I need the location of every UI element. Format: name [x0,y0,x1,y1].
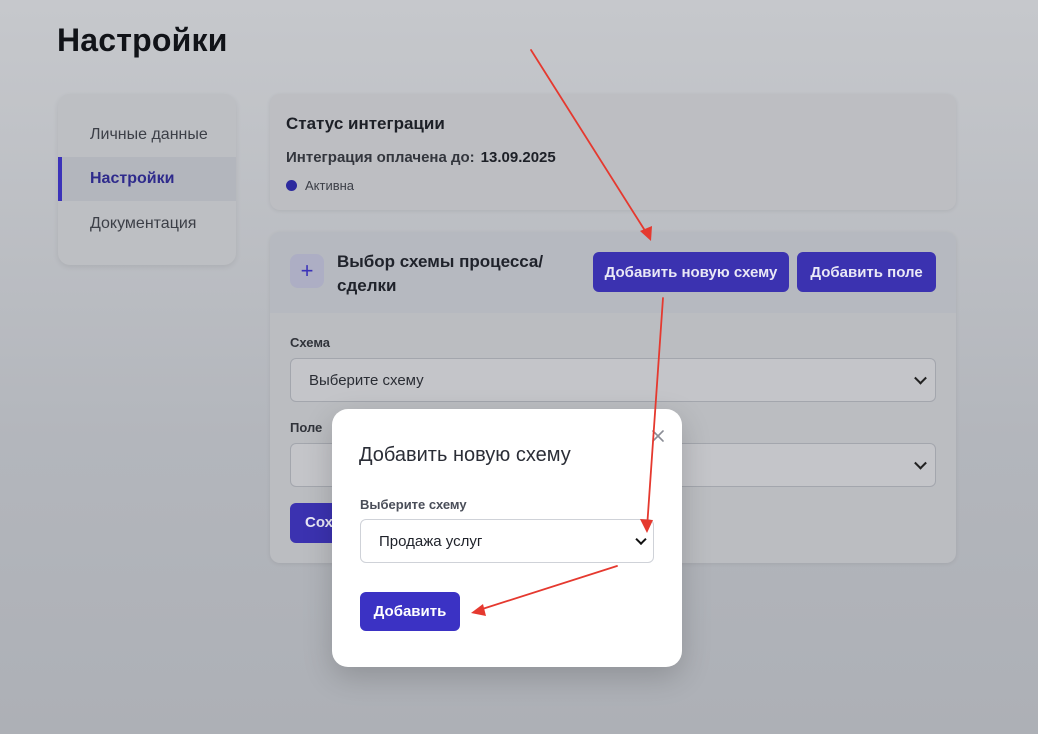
status-state-label: Активна [305,178,355,193]
page-title: Настройки [57,22,228,58]
add-new-scheme-button[interactable]: Добавить новую схему [593,252,789,292]
paid-until-label: Интеграция оплачена до: [286,149,475,166]
add-field-button[interactable]: Добавить поле [797,252,936,292]
chevron-down-icon [635,533,647,546]
modal-title: Добавить новую схему [359,444,571,466]
status-title: Статус интеграции [286,114,445,133]
chevron-down-icon [914,456,927,470]
status-paid-until: Интеграция оплачена до: 13.09.2025 [286,149,556,166]
chevron-down-icon [914,371,927,385]
plus-icon[interactable]: + [290,254,324,288]
sidebar-item-label: Настройки [90,170,175,187]
scheme-title: Выбор схемы процесса/ сделки [337,252,544,295]
paid-until-date: 13.09.2025 [480,149,556,166]
sidebar: Личные данные Настройки Документация [58,94,236,265]
modal-scheme-select[interactable]: Продажа услуг [360,519,654,563]
sidebar-item-label: Личные данные [90,126,208,143]
status-dot-icon [286,180,297,191]
status-badge: Активна [286,178,354,193]
scheme-card-header: + Выбор схемы процесса/ сделки Добавить … [270,232,956,313]
close-icon[interactable] [650,428,666,444]
scheme-select-value: Выберите схему [309,371,424,389]
field-label: Поле [290,420,323,435]
sidebar-item-settings[interactable]: Настройки [58,157,236,201]
modal-select-value: Продажа услуг [379,532,483,550]
scheme-select[interactable]: Выберите схему [290,358,936,402]
sidebar-item-personal-data[interactable]: Личные данные [58,113,236,157]
modal-add-button[interactable]: Добавить [360,592,460,631]
integration-status-card: Статус интеграции Интеграция оплачена до… [270,94,956,210]
add-scheme-modal: Добавить новую схему Выберите схему Прод… [332,409,682,667]
sidebar-item-label: Документация [90,215,197,232]
sidebar-item-documentation[interactable]: Документация [58,202,236,246]
scheme-field-label: Схема [290,335,331,350]
modal-select-label: Выберите схему [360,497,467,512]
page-background: Настройки Личные данные Настройки Докуме… [0,0,1038,734]
